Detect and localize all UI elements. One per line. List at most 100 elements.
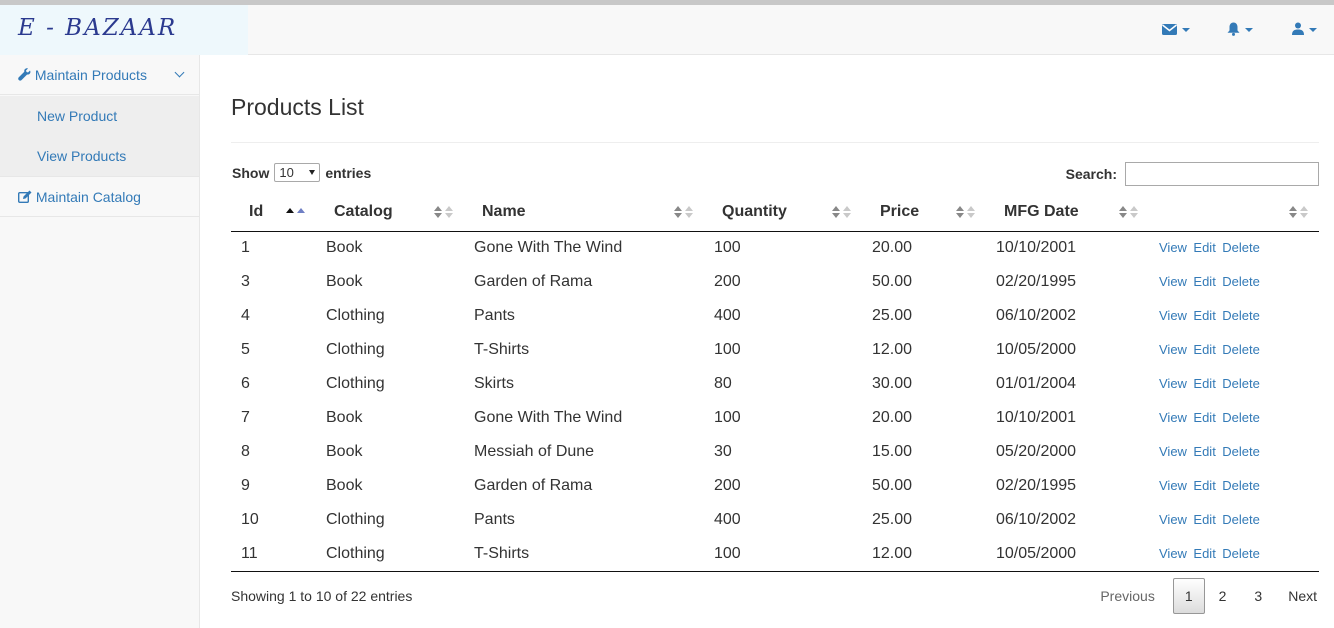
sidebar-item-label: New Product: [37, 108, 118, 124]
cell-name: T-Shirts: [474, 341, 530, 358]
delete-link[interactable]: Delete: [1222, 410, 1260, 425]
sort-icon: [434, 206, 456, 220]
edit-link[interactable]: Edit: [1193, 546, 1215, 561]
edit-link[interactable]: Edit: [1193, 376, 1215, 391]
cell-name: Gone With The Wind: [474, 409, 623, 426]
edit-link[interactable]: Edit: [1193, 342, 1215, 357]
edit-link[interactable]: Edit: [1193, 444, 1215, 459]
edit-link[interactable]: Edit: [1193, 274, 1215, 289]
delete-link[interactable]: Delete: [1222, 444, 1260, 459]
delete-link[interactable]: Delete: [1222, 308, 1260, 323]
cell-price: 15.00: [872, 443, 913, 460]
cell-price: 25.00: [872, 511, 913, 528]
brand-logo[interactable]: E - BAZAAR: [0, 5, 248, 55]
cell-actions: View Edit Delete: [1149, 299, 1319, 333]
table-row: 6 Clothing Skirts 80 30.00 01/01/2004 Vi…: [231, 367, 1319, 401]
view-link[interactable]: View: [1159, 546, 1187, 561]
table-row: 11 Clothing T-Shirts 100 12.00 10/05/200…: [231, 537, 1319, 572]
delete-link[interactable]: Delete: [1222, 376, 1260, 391]
delete-link[interactable]: Delete: [1222, 240, 1260, 255]
view-link[interactable]: View: [1159, 376, 1187, 391]
column-header-label: Quantity: [722, 203, 787, 221]
view-link[interactable]: View: [1159, 308, 1187, 323]
sort-icon: [674, 206, 696, 220]
cell-name: Garden of Rama: [474, 273, 593, 290]
cell-quantity: 100: [714, 409, 741, 426]
user-dropdown[interactable]: [1292, 22, 1317, 38]
cell-catalog: Book: [326, 239, 363, 257]
column-header-price[interactable]: Price: [862, 194, 986, 232]
delete-link[interactable]: Delete: [1222, 478, 1260, 493]
page-length-select[interactable]: 10: [274, 163, 321, 182]
column-header-mfg-date[interactable]: MFG Date: [986, 194, 1149, 232]
view-link[interactable]: View: [1159, 274, 1187, 289]
column-header-label: Catalog: [334, 203, 393, 221]
alerts-dropdown[interactable]: [1227, 22, 1253, 38]
chevron-down-icon: [1182, 28, 1190, 32]
cell-id: 8: [241, 443, 250, 460]
divider: [231, 142, 1319, 143]
sidebar-item-maintain-products[interactable]: Maintain Products: [0, 55, 199, 95]
column-header-label: Name: [482, 203, 526, 221]
table-row: 3 Book Garden of Rama 200 50.00 02/20/19…: [231, 265, 1319, 299]
cell-actions: View Edit Delete: [1149, 537, 1319, 572]
wrench-icon: [18, 67, 35, 83]
table-row: 1 Book Gone With The Wind 100 20.00 10/1…: [231, 231, 1319, 265]
view-link[interactable]: View: [1159, 240, 1187, 255]
cell-mfg-date: 06/10/2002: [996, 307, 1077, 324]
sidebar-item-new-product[interactable]: New Product: [0, 96, 199, 136]
cell-quantity: 30: [714, 443, 732, 460]
delete-link[interactable]: Delete: [1222, 512, 1260, 527]
edit-link[interactable]: Edit: [1193, 410, 1215, 425]
view-link[interactable]: View: [1159, 478, 1187, 493]
view-link[interactable]: View: [1159, 410, 1187, 425]
next-button[interactable]: Next: [1276, 579, 1319, 613]
edit-link[interactable]: Edit: [1193, 240, 1215, 255]
delete-link[interactable]: Delete: [1222, 274, 1260, 289]
search-input[interactable]: [1125, 162, 1319, 186]
cell-mfg-date: 10/05/2000: [986, 537, 1149, 572]
cell-id: 7: [241, 409, 250, 426]
sort-icon: [1289, 206, 1311, 220]
cell-id: 3: [241, 273, 250, 290]
column-header-id[interactable]: Id: [231, 194, 316, 232]
cell-name: Pants: [474, 511, 515, 528]
cell-name: T-Shirts: [464, 537, 704, 572]
page-button-current[interactable]: 1: [1172, 578, 1205, 614]
column-header-name[interactable]: Name: [464, 194, 704, 232]
page-button[interactable]: 2: [1205, 579, 1241, 613]
view-link[interactable]: View: [1159, 342, 1187, 357]
sidebar-item-view-products[interactable]: View Products: [0, 136, 199, 177]
edit-link[interactable]: Edit: [1193, 308, 1215, 323]
delete-link[interactable]: Delete: [1222, 342, 1260, 357]
column-header-quantity[interactable]: Quantity: [704, 194, 862, 232]
sort-icon: [1119, 206, 1141, 220]
edit-link[interactable]: Edit: [1193, 478, 1215, 493]
cell-price: 20.00: [872, 239, 913, 257]
column-header-actions[interactable]: [1149, 194, 1319, 232]
page-title: Products List: [231, 94, 364, 120]
view-link[interactable]: View: [1159, 444, 1187, 459]
sidebar-item-maintain-catalog[interactable]: Maintain Catalog: [0, 177, 199, 217]
chevron-down-icon: [309, 170, 316, 175]
sidebar: Maintain Products New Product View Produ…: [0, 55, 200, 628]
bell-icon: [1227, 22, 1240, 39]
delete-link[interactable]: Delete: [1222, 546, 1260, 561]
sidebar-item-label: View Products: [37, 148, 127, 164]
cell-quantity: 200: [714, 477, 741, 494]
show-label: Show: [232, 164, 270, 181]
pagination: Previous 1 2 3 Next: [1088, 578, 1319, 614]
cell-actions: View Edit Delete: [1149, 231, 1319, 265]
cell-mfg-date: 10/10/2001: [996, 239, 1077, 257]
messages-dropdown[interactable]: [1162, 22, 1190, 38]
view-link[interactable]: View: [1159, 512, 1187, 527]
previous-button[interactable]: Previous: [1088, 579, 1166, 613]
cell-quantity: 200: [714, 273, 741, 290]
edit-link[interactable]: Edit: [1193, 512, 1215, 527]
page-button[interactable]: 3: [1240, 579, 1276, 613]
cell-name: Garden of Rama: [474, 477, 593, 494]
cell-catalog: Clothing: [316, 537, 464, 572]
column-header-catalog[interactable]: Catalog: [316, 194, 464, 232]
cell-id: 10: [241, 511, 259, 528]
cell-quantity: 400: [714, 511, 741, 528]
